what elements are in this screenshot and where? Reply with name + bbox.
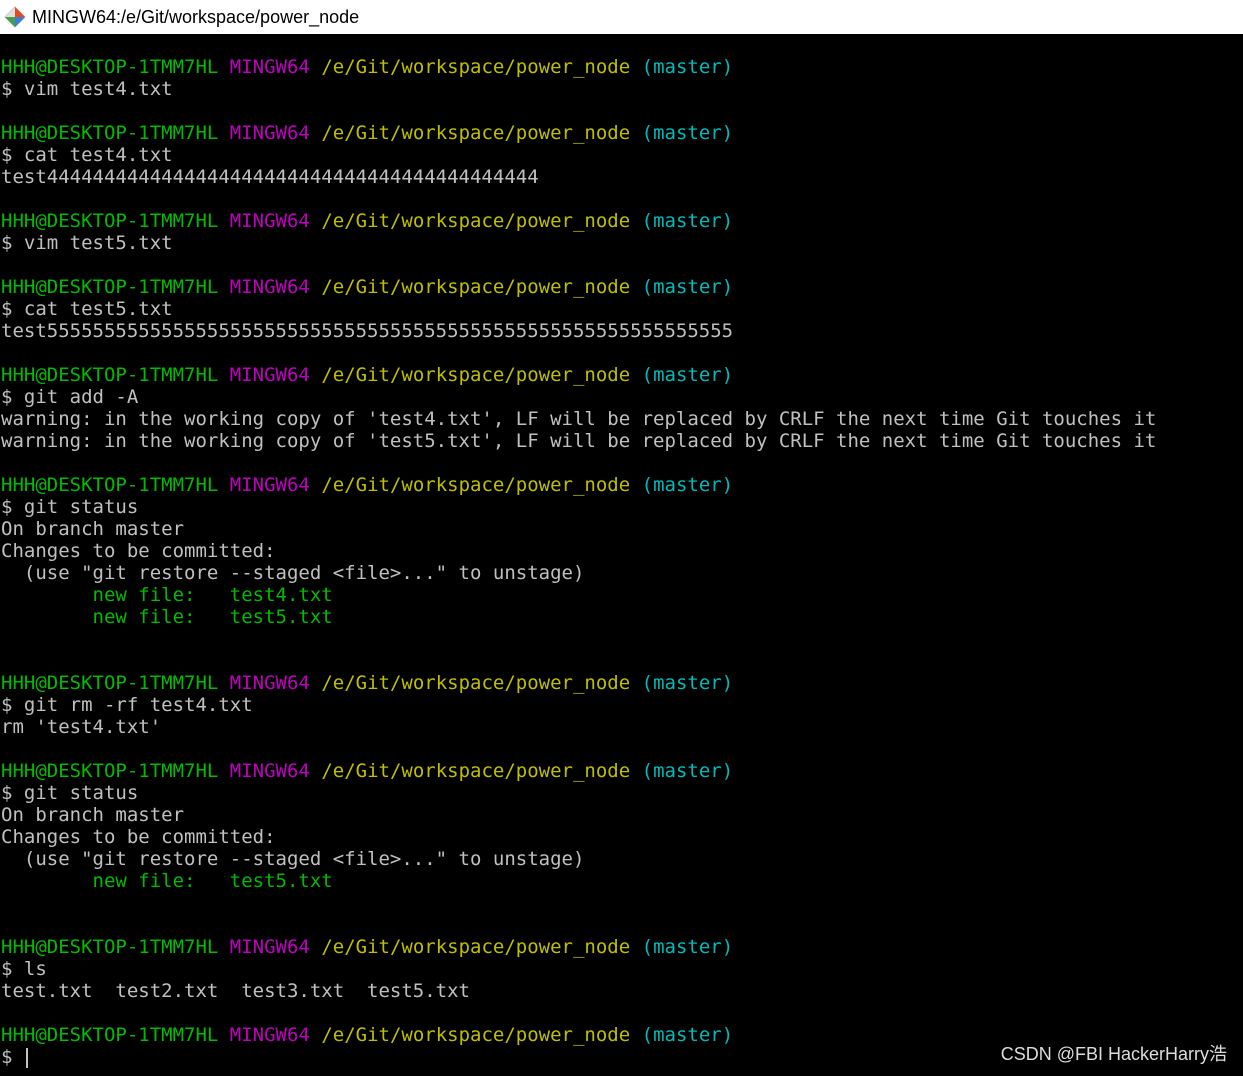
prompt-user-host: HHH@DESKTOP-1TMM7HL bbox=[1, 760, 219, 782]
prompt-path: /e/Git/workspace/power_node bbox=[321, 210, 631, 232]
prompt-system: MINGW64 bbox=[229, 210, 310, 232]
prompt-path: /e/Git/workspace/power_node bbox=[321, 1024, 631, 1046]
output-line: test555555555555555555555555555555555555… bbox=[1, 320, 734, 342]
staged-file-line: new file: test4.txt bbox=[1, 584, 333, 606]
output-line: $ git status bbox=[1, 496, 139, 518]
output-line: On branch master bbox=[1, 518, 185, 540]
output-line: (use "git restore --staged <file>..." to… bbox=[1, 562, 585, 584]
prompt-line: HHH@DESKTOP-1TMM7HL MINGW64 /e/Git/works… bbox=[1, 760, 733, 782]
prompt-path: /e/Git/workspace/power_node bbox=[321, 122, 631, 144]
output-line: On branch master bbox=[1, 804, 185, 826]
output-line: $ ls bbox=[1, 958, 47, 980]
output-line: warning: in the working copy of 'test5.t… bbox=[1, 430, 1157, 452]
prompt-line: HHH@DESKTOP-1TMM7HL MINGW64 /e/Git/works… bbox=[1, 364, 733, 386]
output-line: $ cat test4.txt bbox=[1, 144, 173, 166]
prompt-branch: (master) bbox=[641, 56, 734, 78]
output-line: rm 'test4.txt' bbox=[1, 716, 162, 738]
prompt-line: HHH@DESKTOP-1TMM7HL MINGW64 /e/Git/works… bbox=[1, 56, 733, 78]
output-line: $ vim test5.txt bbox=[1, 232, 173, 254]
prompt-system: MINGW64 bbox=[229, 276, 310, 298]
prompt-user-host: HHH@DESKTOP-1TMM7HL bbox=[1, 56, 219, 78]
prompt-branch: (master) bbox=[641, 936, 734, 958]
prompt-system: MINGW64 bbox=[229, 364, 310, 386]
prompt-user-host: HHH@DESKTOP-1TMM7HL bbox=[1, 672, 219, 694]
prompt-line: HHH@DESKTOP-1TMM7HL MINGW64 /e/Git/works… bbox=[1, 936, 733, 958]
prompt-system: MINGW64 bbox=[229, 672, 310, 694]
staged-file-line: new file: test5.txt bbox=[1, 870, 333, 892]
prompt-branch: (master) bbox=[641, 276, 734, 298]
prompt-system: MINGW64 bbox=[229, 1024, 310, 1046]
prompt-user-host: HHH@DESKTOP-1TMM7HL bbox=[1, 210, 219, 232]
terminal-output[interactable]: HHH@DESKTOP-1TMM7HL MINGW64 /e/Git/works… bbox=[0, 34, 1243, 1076]
prompt-system: MINGW64 bbox=[229, 122, 310, 144]
prompt-branch: (master) bbox=[641, 760, 734, 782]
prompt-line: HHH@DESKTOP-1TMM7HL MINGW64 /e/Git/works… bbox=[1, 1024, 733, 1046]
output-line: $ git status bbox=[1, 782, 139, 804]
text-cursor bbox=[25, 1047, 28, 1068]
output-line: test.txt test2.txt test3.txt test5.txt bbox=[1, 980, 470, 1002]
output-line: $ cat test5.txt bbox=[1, 298, 173, 320]
output-line: test444444444444444444444444444444444444… bbox=[1, 166, 539, 188]
prompt-branch: (master) bbox=[641, 364, 734, 386]
output-line: warning: in the working copy of 'test4.t… bbox=[1, 408, 1157, 430]
prompt-path: /e/Git/workspace/power_node bbox=[321, 56, 631, 78]
title-bar: MINGW64:/e/Git/workspace/power_node bbox=[0, 0, 1243, 35]
prompt-path: /e/Git/workspace/power_node bbox=[321, 936, 631, 958]
git-bash-icon bbox=[4, 6, 26, 28]
prompt-path: /e/Git/workspace/power_node bbox=[321, 276, 631, 298]
window-title: MINGW64:/e/Git/workspace/power_node bbox=[32, 6, 360, 27]
prompt-system: MINGW64 bbox=[229, 760, 310, 782]
prompt-user-host: HHH@DESKTOP-1TMM7HL bbox=[1, 474, 219, 496]
prompt-user-host: HHH@DESKTOP-1TMM7HL bbox=[1, 364, 219, 386]
prompt-user-host: HHH@DESKTOP-1TMM7HL bbox=[1, 122, 219, 144]
output-line: $ git rm -rf test4.txt bbox=[1, 694, 253, 716]
prompt-line: HHH@DESKTOP-1TMM7HL MINGW64 /e/Git/works… bbox=[1, 276, 733, 298]
prompt-branch: (master) bbox=[641, 122, 734, 144]
prompt-user-host: HHH@DESKTOP-1TMM7HL bbox=[1, 276, 219, 298]
prompt-branch: (master) bbox=[641, 1024, 734, 1046]
prompt-branch: (master) bbox=[641, 672, 734, 694]
output-line: $ git add -A bbox=[1, 386, 139, 408]
output-line: Changes to be committed: bbox=[1, 540, 276, 562]
output-line: (use "git restore --staged <file>..." to… bbox=[1, 848, 585, 870]
prompt-system: MINGW64 bbox=[229, 56, 310, 78]
prompt-line: HHH@DESKTOP-1TMM7HL MINGW64 /e/Git/works… bbox=[1, 210, 733, 232]
output-line: Changes to be committed: bbox=[1, 826, 276, 848]
prompt-path: /e/Git/workspace/power_node bbox=[321, 474, 631, 496]
staged-file-line: new file: test5.txt bbox=[1, 606, 333, 628]
prompt-user-host: HHH@DESKTOP-1TMM7HL bbox=[1, 1024, 219, 1046]
prompt-branch: (master) bbox=[641, 474, 734, 496]
prompt-user-host: HHH@DESKTOP-1TMM7HL bbox=[1, 936, 219, 958]
output-line: $ vim test4.txt bbox=[1, 78, 173, 100]
prompt-system: MINGW64 bbox=[229, 936, 310, 958]
prompt-branch: (master) bbox=[641, 210, 734, 232]
prompt-path: /e/Git/workspace/power_node bbox=[321, 672, 631, 694]
prompt-path: /e/Git/workspace/power_node bbox=[321, 364, 631, 386]
prompt-line: HHH@DESKTOP-1TMM7HL MINGW64 /e/Git/works… bbox=[1, 122, 733, 144]
prompt-line: HHH@DESKTOP-1TMM7HL MINGW64 /e/Git/works… bbox=[1, 474, 733, 496]
input-line[interactable]: $ bbox=[1, 1046, 28, 1068]
prompt-line: HHH@DESKTOP-1TMM7HL MINGW64 /e/Git/works… bbox=[1, 672, 733, 694]
watermark: CSDN @FBI HackerHarry浩 bbox=[1000, 1044, 1227, 1064]
prompt-system: MINGW64 bbox=[229, 474, 310, 496]
prompt-path: /e/Git/workspace/power_node bbox=[321, 760, 631, 782]
